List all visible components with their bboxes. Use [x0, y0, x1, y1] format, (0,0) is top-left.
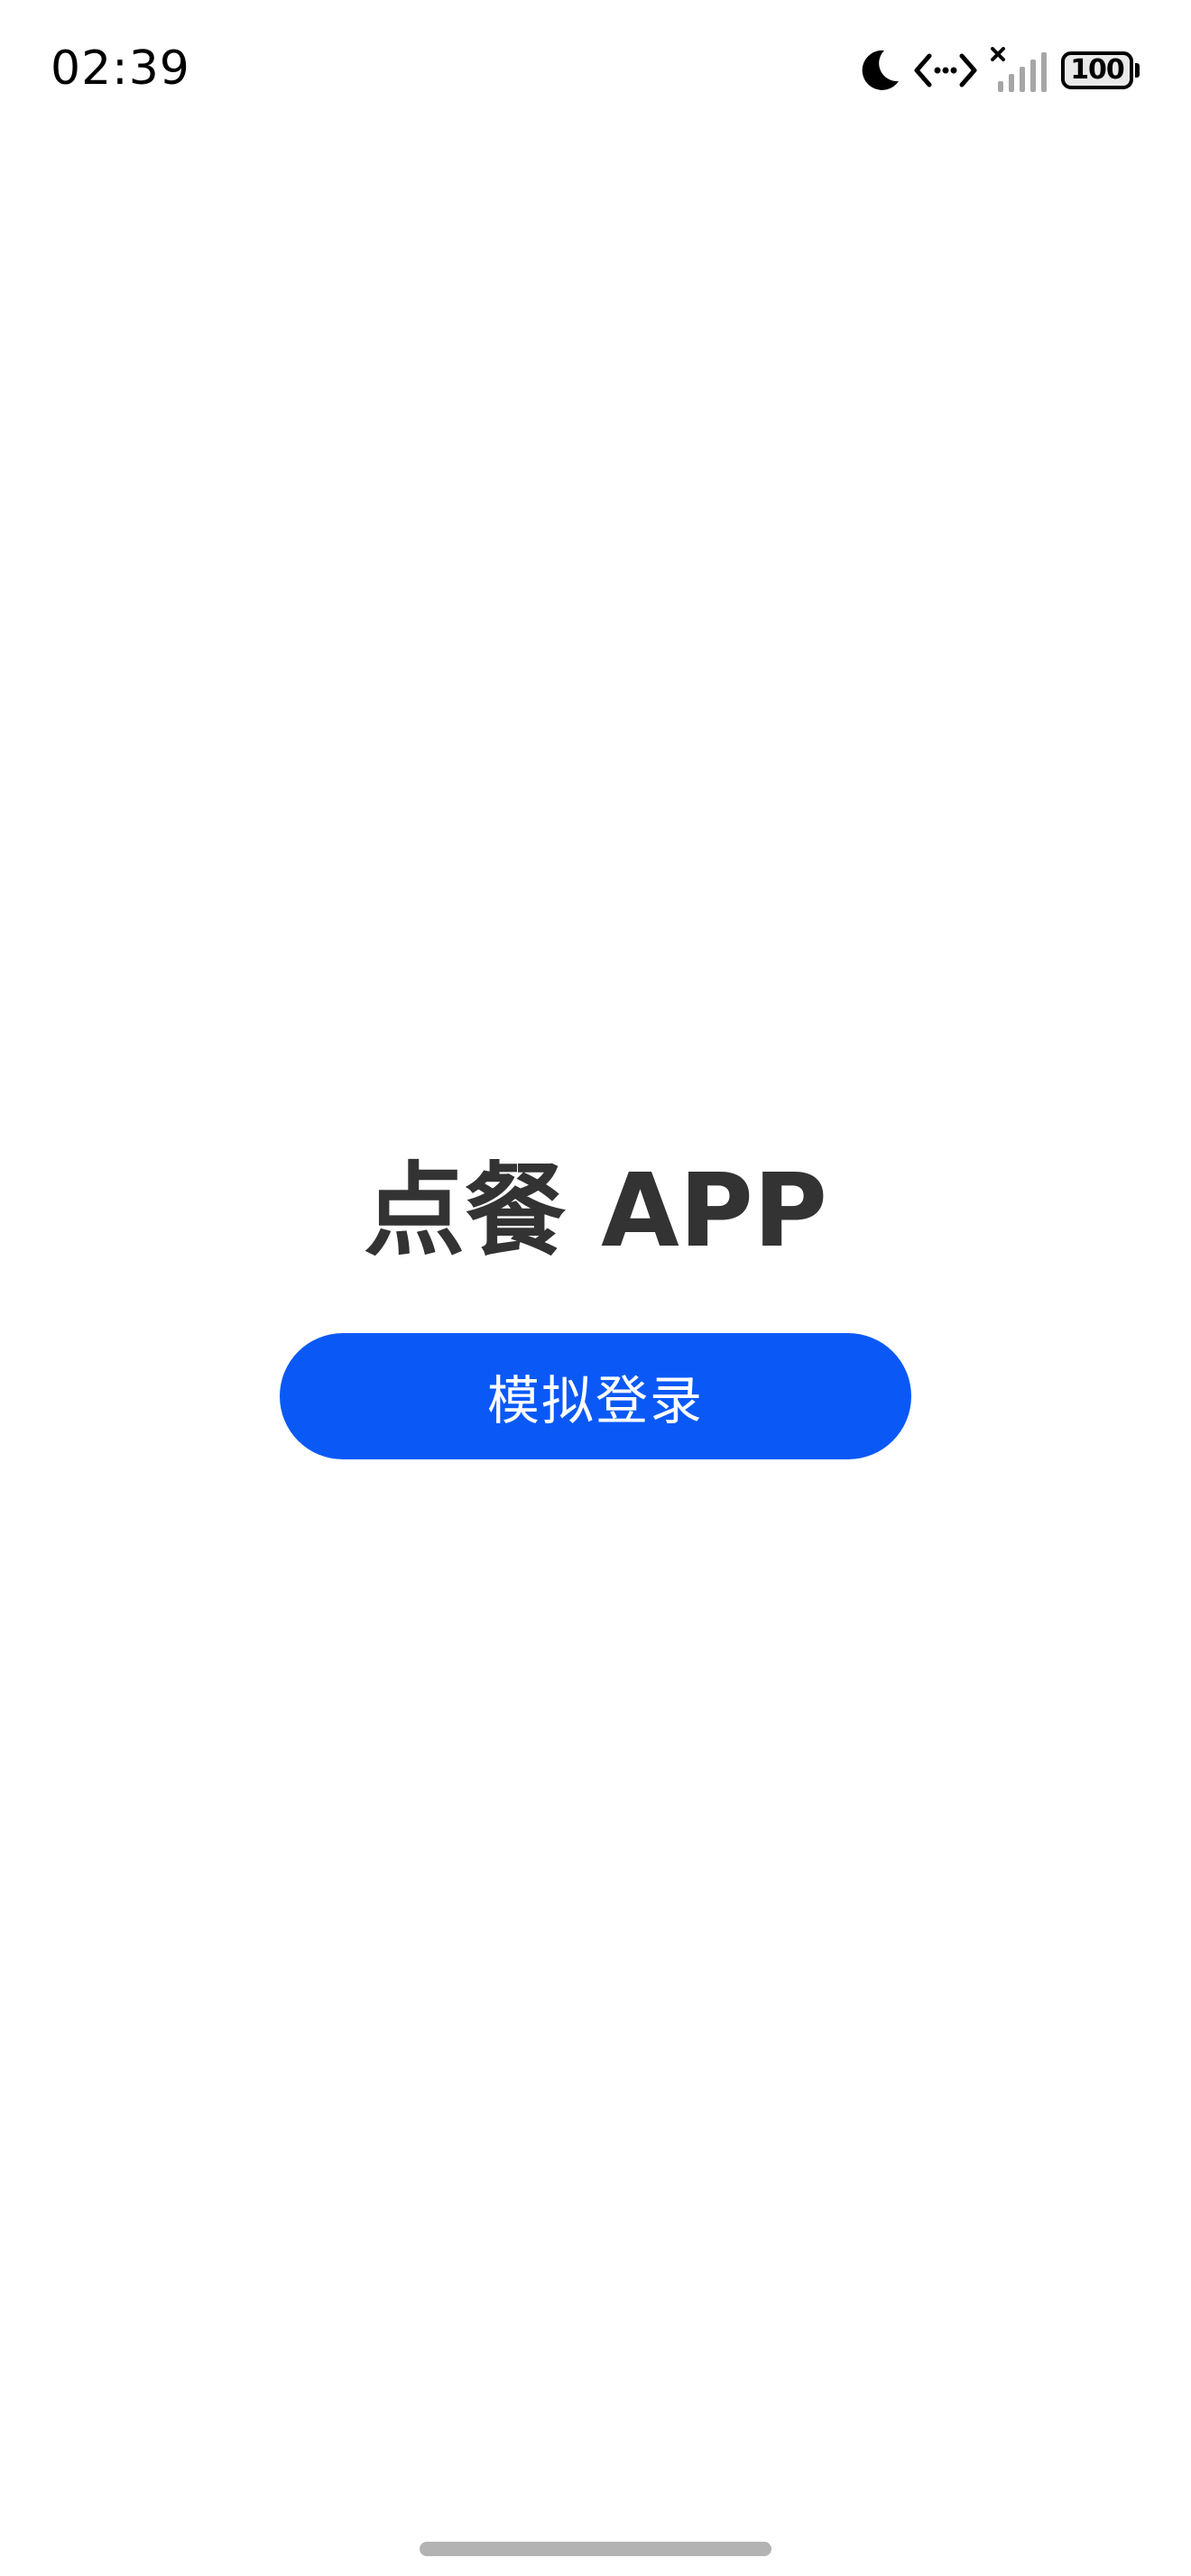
- status-icons: 100: [857, 43, 1140, 97]
- status-time: 02:39: [51, 41, 190, 96]
- battery-icon: 100: [1061, 51, 1140, 90]
- moon-icon: [857, 47, 900, 94]
- battery-level: 100: [1070, 54, 1125, 86]
- home-indicator[interactable]: [420, 2542, 771, 2556]
- battery-tip: [1135, 63, 1140, 78]
- simulate-login-button[interactable]: 模拟登录: [280, 1333, 911, 1459]
- battery-body: 100: [1061, 51, 1133, 89]
- app-title: 点餐 APP: [364, 1153, 827, 1270]
- data-transfer-icon: [913, 49, 978, 92]
- status-bar: 02:39 100: [0, 0, 1191, 135]
- no-signal-icon: [991, 47, 1048, 94]
